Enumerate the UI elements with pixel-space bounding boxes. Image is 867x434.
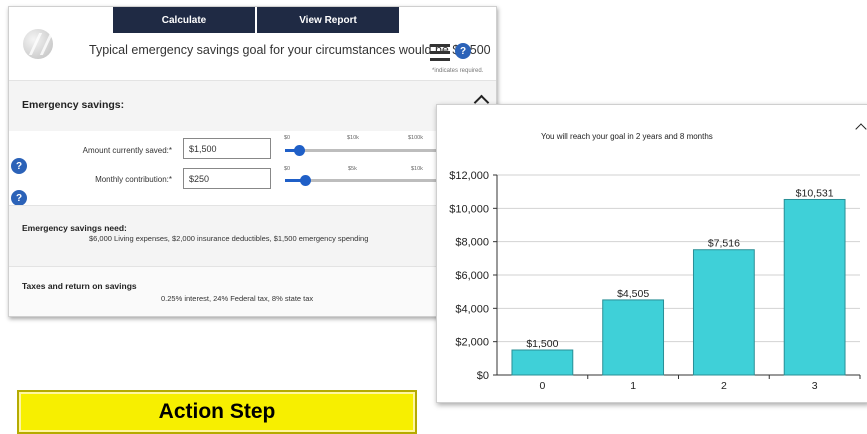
monthly-contribution-label: Monthly contribution:* xyxy=(95,175,172,184)
bar-chart: $0 $2,000 $4,000 $6,000 $8,000 $10,000 $12,000… xyxy=(449,170,861,392)
y-tick-label: $6,000 xyxy=(455,270,489,282)
help-icon[interactable]: ? xyxy=(11,158,27,174)
data-label: $10,531 xyxy=(796,187,834,199)
slider-tick: $100k xyxy=(408,135,423,141)
y-tick-label: $2,000 xyxy=(455,337,489,349)
x-tick-label: 2 xyxy=(721,380,727,392)
bar xyxy=(602,299,665,376)
slider-tick: $0 xyxy=(284,135,291,141)
section-detail: $6,000 Living expenses, $2,000 insurance… xyxy=(89,234,369,243)
amount-slider-thumb[interactable] xyxy=(294,145,305,156)
data-label: $4,505 xyxy=(617,288,649,300)
data-label: $1,500 xyxy=(526,338,558,350)
slider-tick: $10k xyxy=(411,166,423,172)
y-tick-label: $0 xyxy=(477,370,489,382)
section-detail: 0.25% interest, 24% Federal tax, 8% stat… xyxy=(161,294,314,303)
y-tick-label: $12,000 xyxy=(449,170,489,182)
bar xyxy=(783,198,846,376)
section-title: Emergency savings need: xyxy=(22,223,127,233)
taxes-section: Taxes and return on savings 0.25% intere… xyxy=(9,266,496,316)
y-tick-label: $8,000 xyxy=(455,237,489,249)
monthly-contribution-input[interactable]: $250 xyxy=(183,168,271,189)
chart-panel: You will reach your goal in 2 years and … xyxy=(436,104,867,403)
section-title: Emergency savings: xyxy=(22,99,125,111)
y-tick-label: $4,000 xyxy=(455,303,489,315)
slider-tick: $0 xyxy=(284,166,291,172)
bar xyxy=(511,349,574,376)
emergency-savings-header[interactable]: Emergency savings: xyxy=(9,80,496,131)
x-tick-label: 1 xyxy=(630,380,636,392)
slider-tick: $10k xyxy=(347,135,359,141)
slider-tick: $5k xyxy=(348,166,357,172)
view-report-button[interactable]: View Report xyxy=(257,7,399,33)
bar xyxy=(692,249,755,376)
help-icon[interactable]: ? xyxy=(11,190,27,206)
x-tick-label: 3 xyxy=(812,380,818,392)
monthly-slider-thumb[interactable] xyxy=(300,175,311,186)
calculator-panel: Calculate View Report Typical emergency … xyxy=(8,6,497,317)
y-tick-label: $10,000 xyxy=(449,203,489,215)
x-tick-label: 0 xyxy=(539,380,545,392)
required-note: *indicates required. xyxy=(432,68,484,74)
amount-saved-label: Amount currently saved:* xyxy=(82,146,172,155)
section-title: Taxes and return on savings xyxy=(22,281,137,291)
logo-icon xyxy=(23,29,53,59)
action-step-button[interactable]: Action Step xyxy=(17,390,417,434)
help-icon[interactable]: ? xyxy=(455,43,471,59)
data-label: $7,516 xyxy=(708,238,740,250)
menu-icon[interactable] xyxy=(430,44,450,65)
savings-need-section: Emergency savings need: $6,000 Living ex… xyxy=(9,205,496,266)
amount-saved-input[interactable]: $1,500 xyxy=(183,138,271,159)
calculate-button[interactable]: Calculate xyxy=(113,7,255,33)
